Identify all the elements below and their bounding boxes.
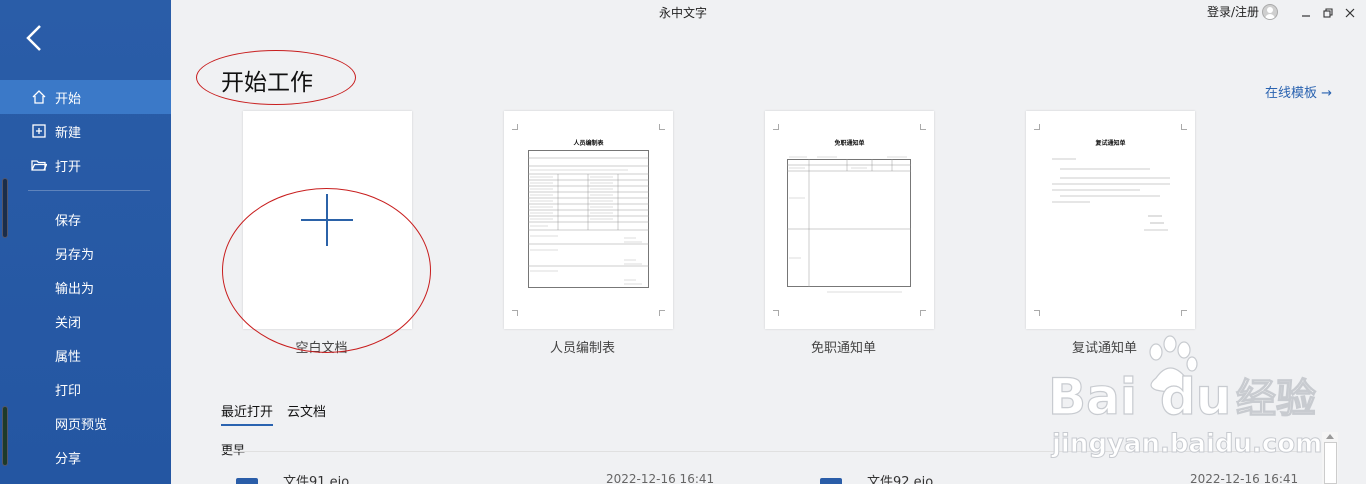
login-label: 登录/注册 xyxy=(1207,5,1260,19)
template-label: 空白文档 xyxy=(295,341,348,356)
watermark-brand-du: du xyxy=(1160,368,1231,426)
sidebar-item-label: 打开 xyxy=(55,159,82,175)
file-name[interactable]: 文件91.eio xyxy=(283,471,349,484)
app-title: 永中文字 xyxy=(659,6,708,20)
sidebar-item-print[interactable]: 打印 xyxy=(55,380,81,399)
file-date: 2022-12-16 16:41 xyxy=(1190,472,1299,484)
sidebar-item-open[interactable]: 打开 xyxy=(0,148,171,182)
table-preview-graphic xyxy=(528,150,649,288)
home-icon xyxy=(29,87,49,107)
file-date: 2022-12-16 16:41 xyxy=(606,472,715,484)
template-preview-title: 免职通知单 xyxy=(834,140,865,147)
template-preview-title: 人员编制表 xyxy=(573,140,604,147)
baidu-jingyan-watermark: Bai du 经验 jingyan.baidu.com xyxy=(1048,335,1323,460)
template-label: 免职通知单 xyxy=(810,341,876,356)
recent-tabs: 最近打开 云文档 xyxy=(221,401,326,426)
file-name[interactable]: 文件92.eio xyxy=(867,471,933,484)
sidebar-item-save-as[interactable]: 另存为 xyxy=(55,244,94,263)
sidebar-item-export[interactable]: 输出为 xyxy=(55,278,94,297)
file-icon xyxy=(820,478,842,484)
new-doc-icon xyxy=(29,121,49,141)
sidebar-item-new[interactable]: 新建 xyxy=(0,114,171,148)
title-bar: 永中文字 登录/注册 xyxy=(171,0,1366,26)
folder-icon xyxy=(29,155,49,175)
back-arrow-icon[interactable] xyxy=(20,22,50,54)
restore-icon[interactable] xyxy=(1321,5,1335,19)
template-staffing-table[interactable]: 人员编制表 xyxy=(504,111,673,329)
sidebar-item-web-preview[interactable]: 网页预览 xyxy=(55,414,107,433)
template-dismissal-notice[interactable]: 免职通知单 xyxy=(765,111,934,329)
tab-recent[interactable]: 最近打开 xyxy=(221,401,274,426)
template-blank-document[interactable] xyxy=(243,111,412,329)
sidebar-item-close[interactable]: 关闭 xyxy=(55,312,81,331)
section-label: 更早 xyxy=(221,443,246,457)
letter-preview-graphic xyxy=(1052,158,1170,231)
watermark-url: jingyan.baidu.com xyxy=(1051,429,1322,459)
sidebar-item-share[interactable]: 分享 xyxy=(55,448,81,467)
template-label: 人员编制表 xyxy=(549,341,615,356)
page-title: 开始工作 xyxy=(221,70,313,96)
watermark-brand: Bai xyxy=(1048,368,1137,426)
close-icon[interactable] xyxy=(1343,5,1357,19)
file-icon xyxy=(236,478,258,484)
login-button[interactable]: 登录/注册 xyxy=(1207,3,1279,20)
screen-edge-bar xyxy=(2,406,8,466)
watermark-cn: 经验 xyxy=(1236,376,1316,422)
sidebar-divider xyxy=(28,190,150,191)
template-interview-notice[interactable]: 复试通知单 xyxy=(1026,111,1195,329)
sidebar-item-properties[interactable]: 属性 xyxy=(55,346,81,365)
tab-cloud-docs[interactable]: 云文档 xyxy=(287,401,326,426)
minimize-icon[interactable] xyxy=(1299,5,1313,19)
avatar-icon xyxy=(1262,3,1279,20)
sidebar-item-save[interactable]: 保存 xyxy=(55,210,81,229)
screen-edge-bar xyxy=(2,178,8,238)
form-preview-graphic xyxy=(787,156,911,293)
plus-icon xyxy=(301,194,353,246)
sidebar-item-label: 开始 xyxy=(55,91,82,107)
template-preview-title: 复试通知单 xyxy=(1095,140,1126,147)
sidebar-item-start[interactable]: 开始 xyxy=(0,80,171,114)
sidebar: 开始 新建 打开 保存 另存为 输出为 关闭 属性 打印 网页预览 分享 xyxy=(0,0,171,484)
sidebar-item-label: 新建 xyxy=(55,125,82,141)
online-templates-link[interactable]: 在线模板 → xyxy=(1265,82,1332,101)
